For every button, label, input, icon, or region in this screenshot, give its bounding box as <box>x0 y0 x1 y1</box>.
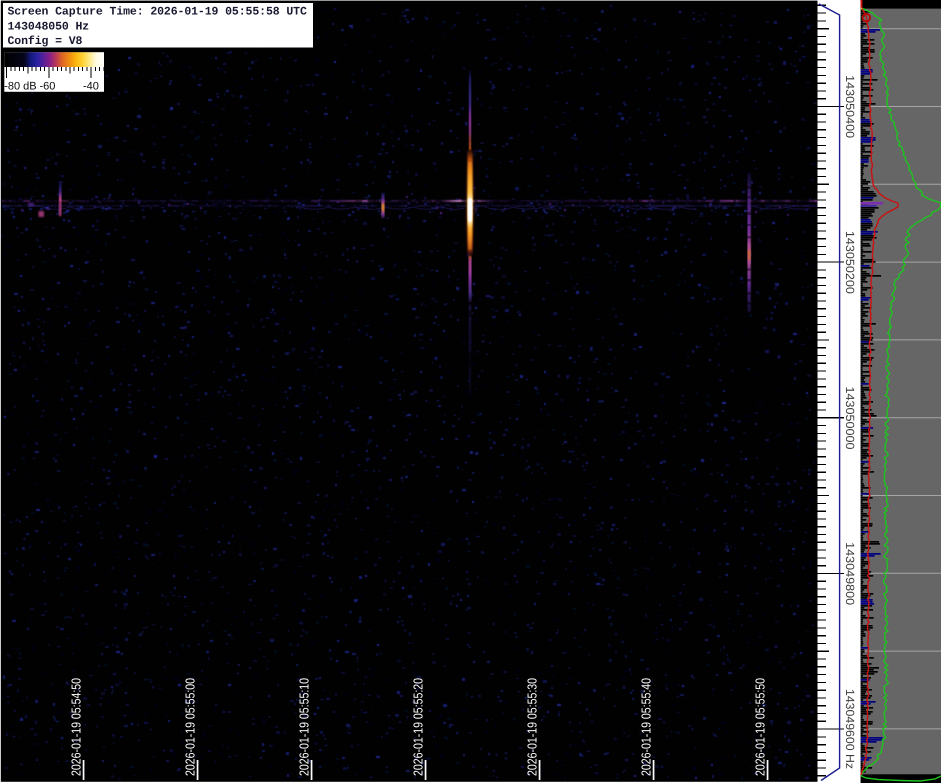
svg-text:2026-01-19 05:55:50: 2026-01-19 05:55:50 <box>752 678 767 776</box>
svg-text:2026-01-19 05:55:20: 2026-01-19 05:55:20 <box>410 678 425 776</box>
svg-text:2026-01-19 05:55:30: 2026-01-19 05:55:30 <box>524 678 539 776</box>
svg-text:2026-01-19 05:54:50: 2026-01-19 05:54:50 <box>68 678 83 776</box>
svg-text:2026-01-19 05:55:00: 2026-01-19 05:55:00 <box>182 678 197 776</box>
svg-text:2026-01-19 05:55:10: 2026-01-19 05:55:10 <box>296 678 311 776</box>
svg-text:2026-01-19 05:55:40: 2026-01-19 05:55:40 <box>638 678 653 776</box>
